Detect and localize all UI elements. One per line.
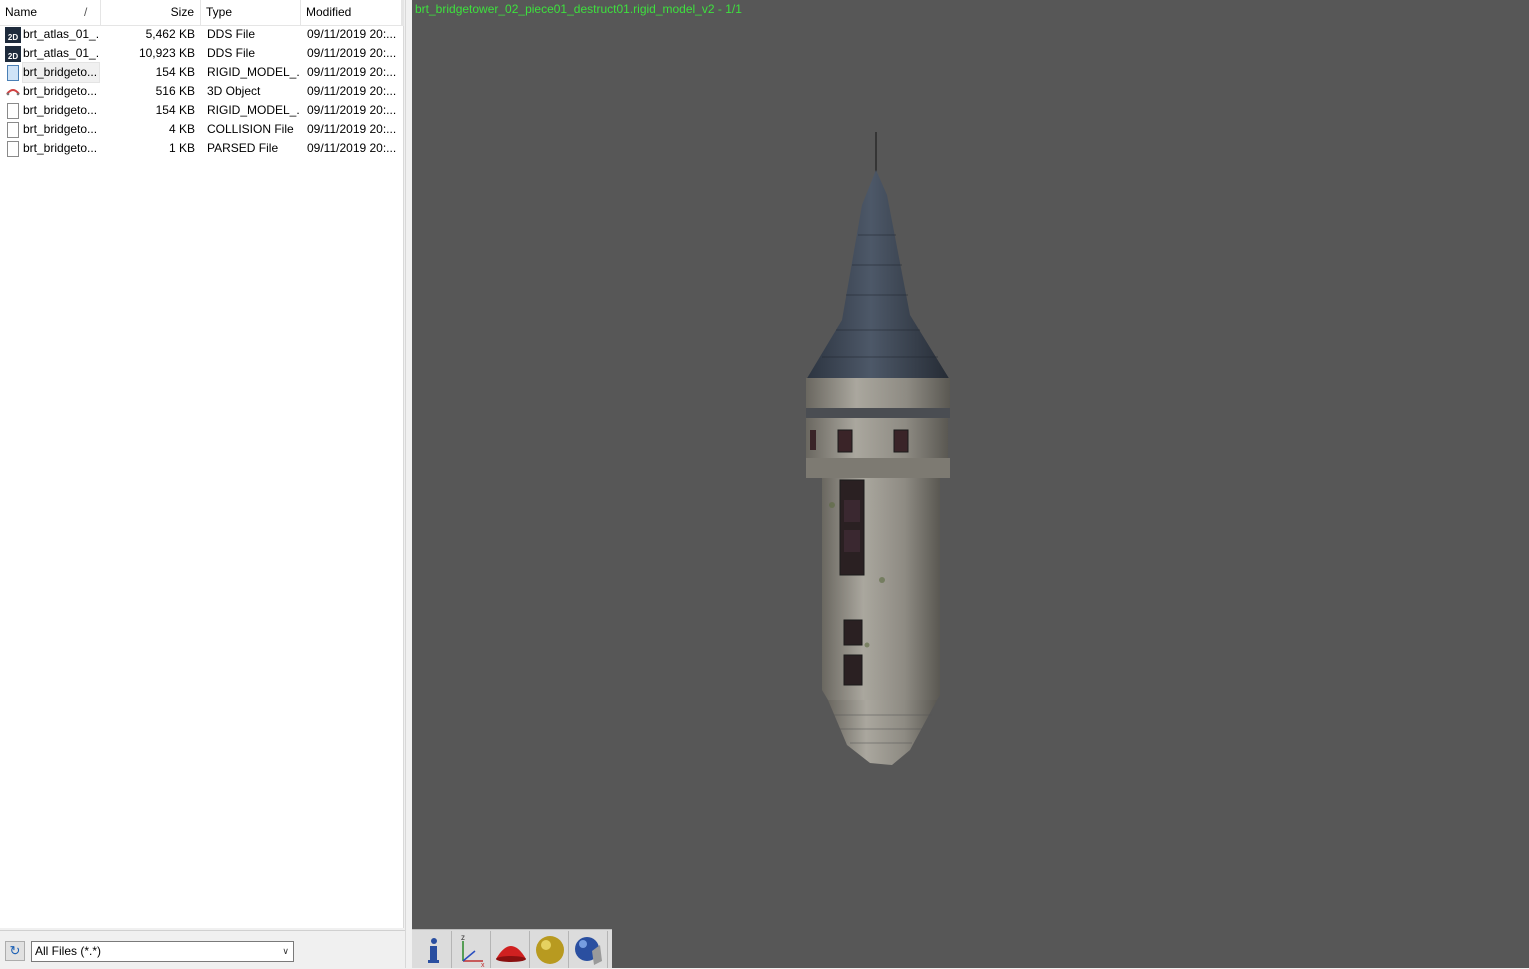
file-type: RIGID_MODEL_... (207, 103, 299, 117)
column-header-modified[interactable]: Modified (301, 0, 402, 25)
blue-sphere-hand-icon (575, 937, 602, 965)
file-row-selected[interactable]: brt_bridgeto... 154 KB RIGID_MODEL_... 0… (0, 62, 404, 83)
file-size: 154 KB (155, 65, 195, 79)
file-name: brt_bridgeto... (22, 62, 100, 83)
file-name: brt_bridgeto... (23, 141, 98, 155)
pane-splitter[interactable] (405, 0, 412, 968)
file-modified: 09/11/2019 20:... (307, 46, 397, 60)
file-type: COLLISION File (207, 122, 294, 136)
column-header-size[interactable]: Size (101, 0, 201, 25)
file-name: brt_bridgeto... (23, 103, 98, 117)
file-row[interactable]: 2D brt_atlas_01_... 10,923 KB DDS File 0… (0, 44, 404, 63)
generic-file-icon (7, 103, 19, 119)
file-row[interactable]: brt_bridgeto... 4 KB COLLISION File 09/1… (0, 120, 404, 139)
file-modified: 09/11/2019 20:... (307, 103, 397, 117)
gold-sphere-icon (536, 936, 564, 964)
file-row[interactable]: brt_bridgeto... 516 KB 3D Object 09/11/2… (0, 82, 404, 101)
file-size: 4 KB (168, 122, 195, 136)
file-type: DDS File (207, 46, 256, 60)
file-type: PARSED File (207, 141, 279, 155)
viewport-toolbar: z x (412, 929, 612, 968)
file-name: brt_atlas_01_... (23, 46, 99, 60)
info-button[interactable] (414, 931, 452, 968)
file-size: 5,462 KB (145, 27, 195, 41)
file-row[interactable]: brt_bridgeto... 1 KB PARSED File 09/11/2… (0, 139, 404, 158)
axes-icon: z x (461, 933, 485, 968)
file-modified: 09/11/2019 20:... (307, 27, 397, 41)
file-name: brt_bridgeto... (23, 122, 98, 136)
file-type: 3D Object (207, 84, 261, 98)
refresh-button[interactable]: ↻ (5, 941, 25, 961)
file-modified: 09/11/2019 20:... (307, 122, 397, 136)
file-list[interactable]: Name / Size Type Modified 2D brt_atlas_0… (0, 0, 404, 928)
file-type: DDS File (207, 27, 256, 41)
column-header-type[interactable]: Type (201, 0, 301, 25)
dds-image-icon: 2D (5, 46, 21, 62)
file-filter-select[interactable]: All Files (*.*) ∨ (31, 941, 294, 962)
file-modified: 09/11/2019 20:... (307, 65, 397, 79)
red-dome-icon (496, 946, 526, 962)
sort-indicator-icon: / (84, 5, 88, 19)
axes-button[interactable]: z x (453, 931, 491, 968)
file-modified: 09/11/2019 20:... (307, 84, 397, 98)
model-viewport[interactable]: brt_bridgetower_02_piece01_destruct01.ri… (412, 0, 1529, 968)
refresh-icon: ↻ (9, 943, 21, 958)
viewport-title: brt_bridgetower_02_piece01_destruct01.ri… (415, 2, 742, 16)
blue-sphere-button[interactable] (570, 931, 608, 968)
info-icon (428, 938, 439, 963)
file-row[interactable]: brt_bridgeto... 154 KB RIGID_MODEL_... 0… (0, 101, 404, 120)
filter-bar: ↻ All Files (*.*) ∨ (0, 930, 405, 969)
generic-file-icon (7, 122, 19, 138)
file-name: brt_atlas_01_... (23, 27, 99, 41)
gold-sphere-button[interactable] (531, 931, 569, 968)
dds-image-icon: 2D (5, 27, 21, 43)
file-filter-value: All Files (*.*) (35, 944, 102, 958)
file-modified: 09/11/2019 20:... (307, 141, 397, 155)
file-type: RIGID_MODEL_... (207, 65, 299, 79)
file-browser-pane: Name / Size Type Modified 2D brt_atlas_0… (0, 0, 405, 969)
red-dome-button[interactable] (492, 931, 530, 968)
rigid-model-file-icon (7, 65, 19, 81)
header-divider (402, 0, 404, 25)
file-size: 154 KB (155, 103, 195, 117)
file-size: 10,923 KB (138, 46, 195, 60)
3d-object-icon (5, 84, 21, 100)
file-row[interactable]: 2D brt_atlas_01_... 5,462 KB DDS File 09… (0, 25, 404, 44)
column-header: Name / Size Type Modified (0, 0, 404, 26)
svg-text:z: z (461, 933, 465, 942)
generic-file-icon (7, 141, 19, 157)
chevron-down-icon: ∨ (282, 946, 289, 956)
file-size: 1 KB (168, 141, 195, 155)
file-name: brt_bridgeto... (23, 84, 98, 98)
tower-model-render (806, 132, 950, 765)
svg-text:x: x (481, 962, 485, 968)
file-size: 516 KB (155, 84, 195, 98)
